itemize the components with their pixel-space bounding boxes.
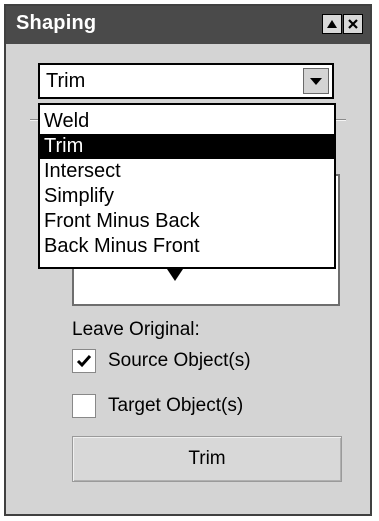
arrow-down-icon xyxy=(166,268,184,287)
shaping-docker: Shaping Trim Weld Trim Intersect Simplif… xyxy=(4,4,372,516)
leave-original-label: Leave Original: xyxy=(72,319,200,340)
window-title: Shaping xyxy=(16,12,97,34)
target-objects-label: Target Object(s) xyxy=(108,395,244,416)
checkmark-icon xyxy=(76,355,92,368)
target-objects-option[interactable]: Target Object(s) xyxy=(72,392,243,420)
operation-select-value: Trim xyxy=(46,70,86,92)
option-simplify[interactable]: Simplify xyxy=(40,184,334,209)
option-back-minus-front[interactable]: Back Minus Front xyxy=(40,234,334,259)
operation-select[interactable]: Trim xyxy=(38,63,334,99)
source-objects-checkbox[interactable] xyxy=(72,349,96,373)
source-objects-label: Source Object(s) xyxy=(108,350,251,371)
source-objects-option[interactable]: Source Object(s) xyxy=(72,347,251,375)
option-weld[interactable]: Weld xyxy=(40,109,334,134)
triangle-up-icon[interactable] xyxy=(322,14,342,34)
option-intersect[interactable]: Intersect xyxy=(40,159,334,184)
chevron-down-icon[interactable] xyxy=(303,68,329,94)
close-icon[interactable] xyxy=(343,14,363,34)
title-bar[interactable]: Shaping xyxy=(6,6,370,44)
target-objects-checkbox[interactable] xyxy=(72,394,96,418)
option-trim[interactable]: Trim xyxy=(40,134,334,159)
operation-dropdown-list[interactable]: Weld Trim Intersect Simplify Front Minus… xyxy=(38,103,336,269)
trim-button[interactable]: Trim xyxy=(72,436,342,482)
option-front-minus-back[interactable]: Front Minus Back xyxy=(40,209,334,234)
